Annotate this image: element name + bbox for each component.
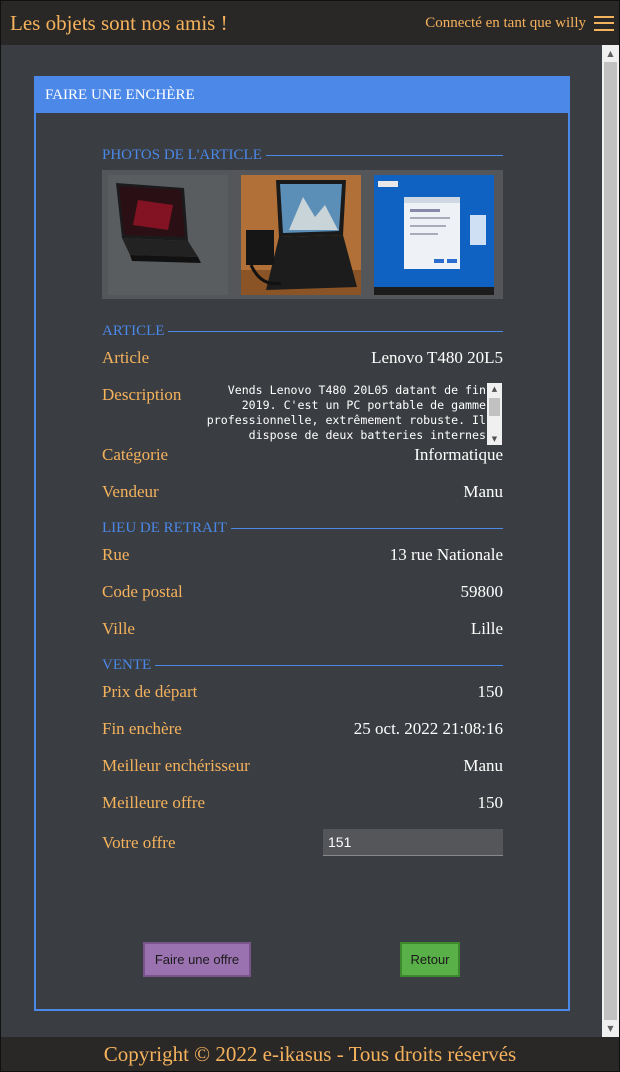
photos-section-title: PHOTOS DE L'ARTICLE: [102, 147, 503, 164]
start-price-row: Prix de départ 150: [102, 682, 503, 702]
article-name-row: Article Lenovo T480 20L5: [102, 348, 503, 368]
copyright-text: Copyright © 2022 e-ikasus - Tous droits …: [103, 1041, 517, 1066]
seller-row: Vendeur Manu: [102, 482, 503, 502]
category-row: Catégorie Informatique: [102, 445, 503, 465]
article-section-title: ARTICLE: [102, 323, 503, 340]
article-name-value: Lenovo T480 20L5: [371, 348, 503, 367]
your-offer-label: Votre offre: [102, 833, 176, 852]
bid-card: FAIRE UNE ENCHÈRE PHOTOS DE L'ARTICLE AR…: [34, 76, 570, 1011]
street-value: 13 rue Nationale: [389, 545, 503, 564]
description-text: Vends Lenovo T480 20L05 datant de fin 20…: [206, 383, 486, 442]
start-price-label: Prix de départ: [102, 682, 198, 701]
seller-value[interactable]: Manu: [463, 482, 503, 502]
article-photo-2[interactable]: [241, 174, 361, 295]
postal-code-value: 59800: [460, 582, 504, 601]
street-label: Rue: [102, 545, 130, 564]
description-scroll-thumb[interactable]: [489, 398, 500, 416]
article-photo-1[interactable]: [108, 174, 228, 295]
scroll-up-arrow-icon[interactable]: ▲: [487, 383, 502, 395]
street-row: Rue 13 rue Nationale: [102, 545, 503, 565]
main-content: FAIRE UNE ENCHÈRE PHOTOS DE L'ARTICLE AR…: [1, 45, 601, 1037]
city-value: Lille: [470, 619, 503, 638]
description-scrollbar[interactable]: ▲ ▼: [487, 383, 502, 445]
auction-end-label: Fin enchère: [102, 719, 182, 738]
best-bidder-row: Meilleur enchérisseur Manu: [102, 756, 503, 776]
auction-end-value: 25 oct. 2022 21:08:16: [353, 719, 503, 738]
footer: Copyright © 2022 e-ikasus - Tous droits …: [1, 1037, 619, 1071]
best-offer-value: 150: [477, 793, 504, 812]
category-value: Informatique: [414, 445, 503, 464]
start-price-value: 150: [477, 682, 504, 701]
description-textarea[interactable]: Vends Lenovo T480 20L05 datant de fin 20…: [206, 383, 502, 445]
pickup-section-title: LIEU DE RETRAIT: [102, 520, 503, 537]
seller-label: Vendeur: [102, 482, 159, 501]
page-scroll-thumb[interactable]: [604, 62, 617, 1020]
make-offer-button[interactable]: Faire une offre: [143, 942, 251, 977]
logged-in-user-text: Connecté en tant que willy: [425, 14, 586, 31]
photo-gallery: [102, 170, 503, 299]
article-name-label: Article: [102, 348, 150, 367]
best-offer-row: Meilleure offre 150: [102, 793, 503, 813]
scroll-down-arrow-icon[interactable]: ▼: [602, 1020, 619, 1037]
scroll-down-arrow-icon[interactable]: ▼: [487, 433, 502, 445]
page-scrollbar[interactable]: ▲ ▼: [602, 45, 619, 1037]
sale-section-title: VENTE: [102, 657, 503, 674]
best-bidder-value: Manu: [463, 756, 503, 775]
auction-end-row: Fin enchère 25 oct. 2022 21:08:16: [102, 719, 503, 739]
article-photo-3[interactable]: [374, 174, 494, 295]
scroll-up-arrow-icon[interactable]: ▲: [602, 45, 619, 62]
your-offer-input[interactable]: 151: [323, 829, 503, 856]
your-offer-row: Votre offre: [102, 833, 176, 853]
best-bidder-label: Meilleur enchérisseur: [102, 756, 250, 775]
category-label: Catégorie: [102, 445, 169, 464]
user-area: Connecté en tant que willy: [425, 15, 615, 32]
hamburger-menu-icon[interactable]: [594, 15, 614, 31]
back-button[interactable]: Retour: [400, 942, 460, 977]
card-title: FAIRE UNE ENCHÈRE: [36, 78, 568, 113]
best-offer-label: Meilleure offre: [102, 793, 206, 812]
city-row: Ville Lille: [102, 619, 503, 639]
city-label: Ville: [102, 619, 135, 638]
description-label-row: Description: [102, 385, 181, 405]
postal-code-row: Code postal 59800: [102, 582, 503, 602]
top-navbar: Les objets sont nos amis ! Connecté en t…: [1, 1, 619, 45]
description-label: Description: [102, 385, 182, 404]
postal-code-label: Code postal: [102, 582, 183, 601]
site-title[interactable]: Les objets sont nos amis !: [10, 11, 228, 36]
